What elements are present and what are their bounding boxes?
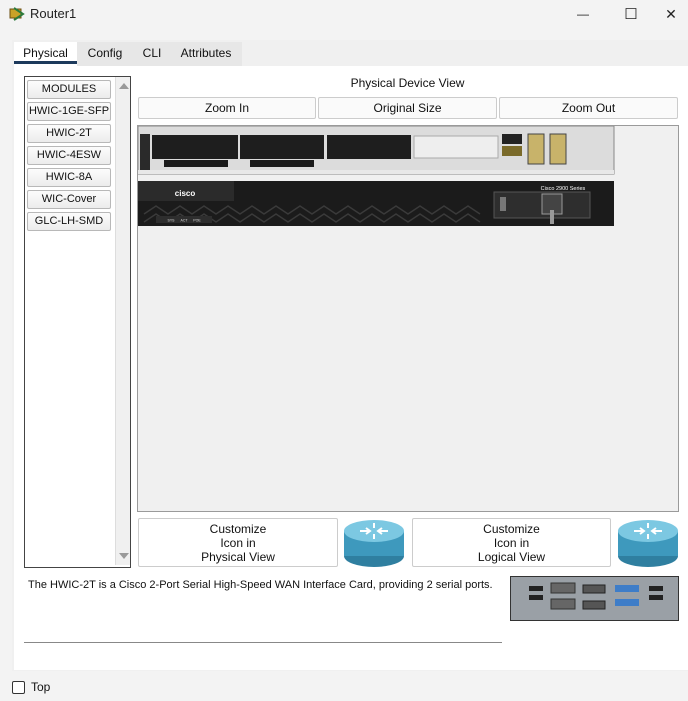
modules-list: MODULES HWIC-1GE-SFP HWIC-2T HWIC-4ESW H…	[24, 76, 131, 568]
customize-logical-line2: Icon in	[493, 535, 530, 550]
close-button[interactable]: ✕	[654, 0, 688, 28]
scroll-up-icon[interactable]	[119, 83, 129, 89]
physical-device-view-title: Physical Device View	[350, 76, 465, 90]
led-poe: POE	[193, 219, 201, 223]
minimize-button[interactable]: —	[560, 0, 606, 28]
active-tab-indicator	[14, 61, 77, 64]
minimize-icon: —	[577, 7, 589, 21]
customize-logical-line3: Logical View	[477, 549, 546, 564]
module-hwic-2t[interactable]: HWIC-2T	[27, 124, 111, 143]
module-glc-lh-smd[interactable]: GLC-LH-SMD	[27, 212, 111, 231]
top-option[interactable]: Top	[12, 680, 50, 694]
module-hwic-4esw[interactable]: HWIC-4ESW	[27, 146, 111, 165]
module-wic-cover[interactable]: WIC-Cover	[27, 190, 111, 209]
router-icon	[618, 520, 678, 567]
series-label: Cisco 2900 Series	[541, 186, 586, 192]
tab-attributes[interactable]: Attributes	[174, 42, 238, 66]
rear-panel[interactable]	[138, 126, 615, 175]
original-size-button[interactable]: Original Size	[318, 97, 497, 119]
tab-config[interactable]: Config	[80, 42, 130, 66]
customize-physical-line3: Physical View	[201, 549, 275, 564]
maximize-button[interactable]: ☐	[608, 0, 654, 28]
front-panel[interactable]: cisco Cisco 2900 Series SYS ACT POE	[138, 181, 614, 226]
zoom-in-button[interactable]: Zoom In	[138, 97, 316, 119]
led-sys: SYS	[167, 219, 175, 223]
zoom-out-button[interactable]: Zoom Out	[499, 97, 678, 119]
modules-scrollbar[interactable]	[115, 77, 130, 565]
module-header: MODULES	[27, 80, 111, 99]
module-thumbnail	[510, 576, 679, 621]
window-title: Router1	[30, 6, 77, 21]
cisco-logo: cisco	[175, 189, 196, 198]
router-app-icon	[9, 7, 25, 21]
customize-physical-icon-button[interactable]: Customize Icon in Physical View	[138, 518, 338, 567]
module-hwic-8a[interactable]: HWIC-8A	[27, 168, 111, 187]
hwic-2t-thumbnail-image	[511, 577, 678, 620]
device-view-canvas[interactable]: cisco Cisco 2900 Series SYS ACT POE	[137, 125, 679, 512]
router-chassis-image[interactable]: cisco Cisco 2900 Series SYS ACT POE	[138, 126, 678, 511]
customize-logical-line1: Customize	[483, 521, 540, 536]
title-bar: Router1 — ☐ ✕	[0, 0, 688, 28]
close-icon: ✕	[665, 5, 677, 22]
customize-logical-icon-button[interactable]: Customize Icon in Logical View	[412, 518, 611, 567]
module-description-text: The HWIC-2T is a Cisco 2-Port Serial Hig…	[28, 579, 493, 591]
module-description-box: The HWIC-2T is a Cisco 2-Port Serial Hig…	[24, 574, 502, 643]
top-checkbox[interactable]	[12, 680, 25, 694]
led-act: ACT	[181, 219, 189, 223]
scroll-down-icon[interactable]	[119, 553, 129, 559]
module-buttons: MODULES HWIC-1GE-SFP HWIC-2T HWIC-4ESW H…	[27, 79, 113, 234]
tab-cli[interactable]: CLI	[134, 42, 170, 66]
customize-physical-line1: Customize	[209, 521, 267, 536]
router-icon	[344, 520, 404, 567]
maximize-icon: ☐	[624, 6, 638, 23]
customize-physical-line2: Icon in	[220, 535, 256, 550]
module-hwic-1ge-sfp[interactable]: HWIC-1GE-SFP	[27, 102, 111, 121]
top-label: Top	[31, 680, 51, 694]
